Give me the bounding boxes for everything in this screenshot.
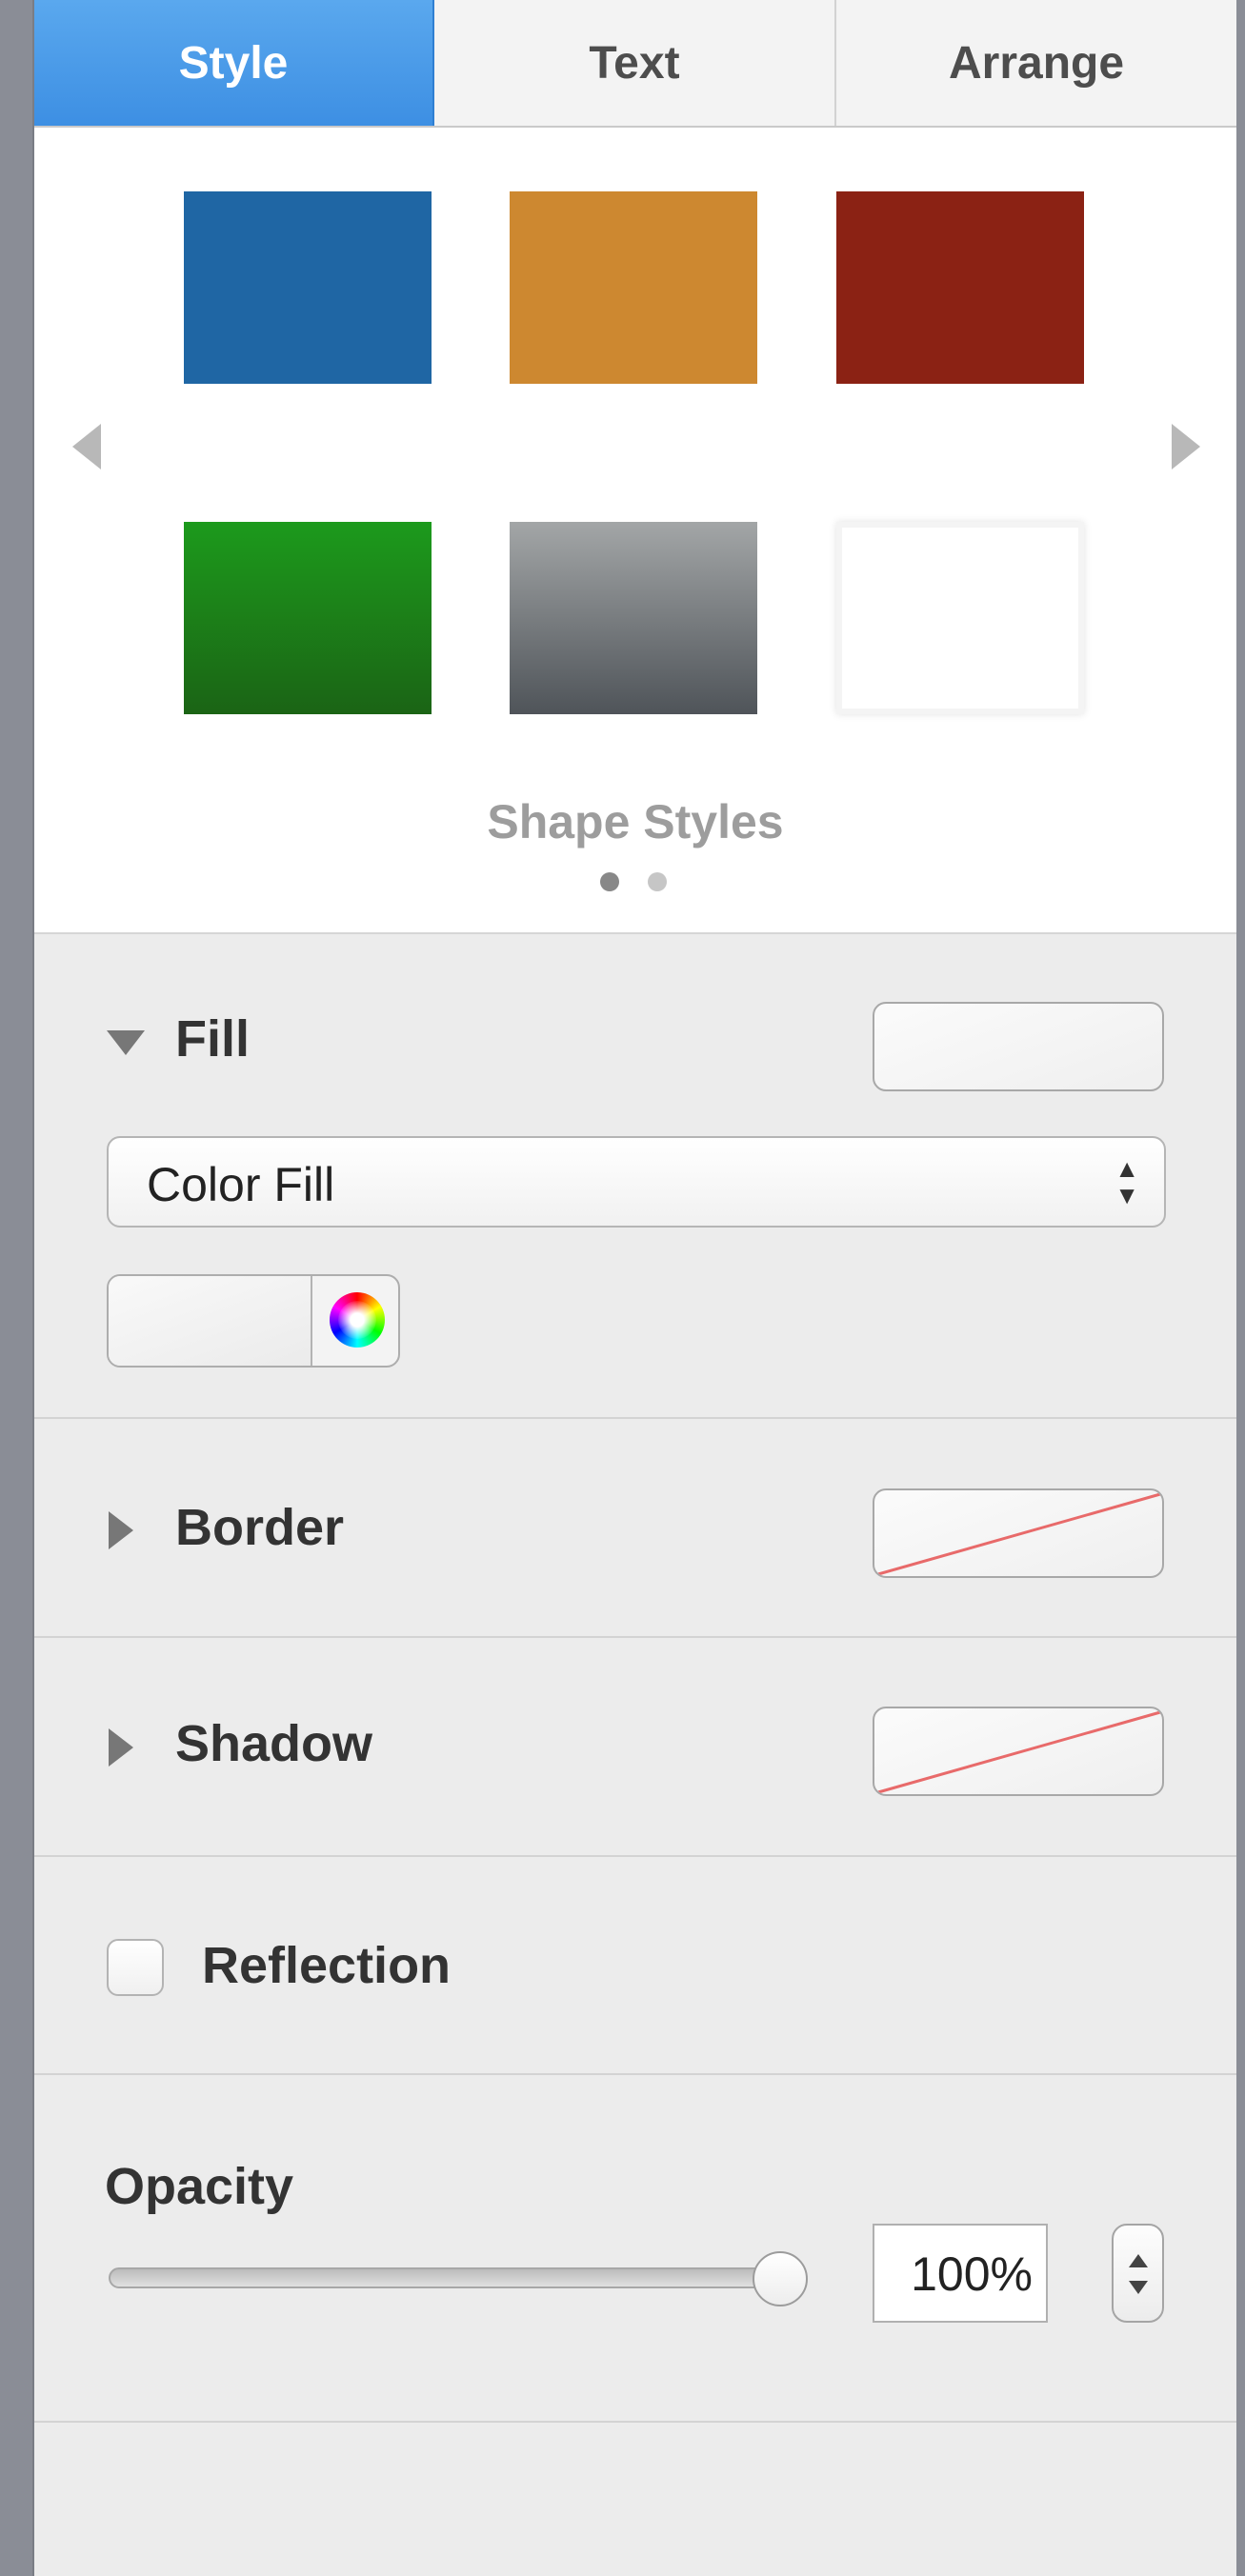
reflection-checkbox[interactable] bbox=[107, 1939, 164, 1996]
border-disclosure-triangle[interactable] bbox=[109, 1511, 133, 1549]
fill-disclosure-triangle[interactable] bbox=[107, 1030, 145, 1055]
shape-style-swatch-white[interactable] bbox=[836, 522, 1084, 714]
fill-color-swatch[interactable] bbox=[109, 1276, 311, 1366]
fill-title: Fill bbox=[175, 1010, 250, 1068]
opacity-value-field[interactable]: 100% bbox=[873, 2224, 1048, 2323]
section-divider bbox=[34, 2421, 1236, 2423]
section-divider bbox=[34, 1855, 1236, 1857]
tab-arrange[interactable]: Arrange bbox=[836, 0, 1236, 126]
shape-styles-caption: Shape Styles bbox=[487, 795, 784, 849]
shadow-disclosure-triangle[interactable] bbox=[109, 1728, 133, 1767]
shadow-style-well[interactable] bbox=[873, 1707, 1164, 1796]
format-inspector-panel: Style Text Arrange Shape Styles Fill Col… bbox=[34, 0, 1236, 2576]
page-indicator-dot[interactable] bbox=[648, 872, 667, 891]
border-title: Border bbox=[175, 1499, 345, 1556]
section-divider bbox=[34, 1636, 1236, 1638]
shape-style-swatch-gray[interactable] bbox=[510, 522, 757, 714]
color-wheel-icon[interactable] bbox=[330, 1292, 385, 1348]
tab-style[interactable]: Style bbox=[34, 0, 434, 126]
opacity-slider-knob[interactable] bbox=[753, 2251, 808, 2306]
fill-type-popup[interactable]: Color Fill ▲ ▼ bbox=[107, 1136, 1166, 1228]
fill-type-label: Color Fill bbox=[147, 1158, 335, 1211]
section-divider bbox=[34, 2073, 1236, 2075]
shape-style-swatch-red[interactable] bbox=[836, 191, 1084, 384]
fill-color-well[interactable] bbox=[873, 1002, 1164, 1091]
reflection-label: Reflection bbox=[202, 1937, 452, 1994]
tab-text[interactable]: Text bbox=[434, 0, 836, 126]
opacity-title: Opacity bbox=[105, 2158, 294, 2215]
chevron-left-icon[interactable] bbox=[72, 424, 101, 469]
shape-style-swatch-green[interactable] bbox=[184, 522, 432, 714]
chevron-right-icon[interactable] bbox=[1172, 424, 1200, 469]
opacity-slider-track[interactable] bbox=[109, 2267, 804, 2288]
page-indicator-dot-active[interactable] bbox=[600, 872, 619, 891]
inspector-tabs: Style Text Arrange bbox=[34, 0, 1236, 128]
section-divider bbox=[34, 1417, 1236, 1419]
popup-arrows-icon: ▲ ▼ bbox=[1114, 1154, 1139, 1209]
none-slash-icon bbox=[877, 1710, 1161, 1794]
shadow-title: Shadow bbox=[175, 1715, 373, 1772]
stepper-up-icon[interactable] bbox=[1129, 2254, 1148, 2267]
fill-color-picker[interactable] bbox=[107, 1274, 400, 1368]
window-edge-right bbox=[1236, 0, 1245, 2576]
shape-styles-gallery: Shape Styles bbox=[34, 128, 1236, 934]
border-style-well[interactable] bbox=[873, 1488, 1164, 1578]
color-well-divider bbox=[311, 1276, 312, 1366]
window-edge-left bbox=[0, 0, 34, 2576]
shape-style-swatch-blue[interactable] bbox=[184, 191, 432, 384]
shape-style-swatch-orange[interactable] bbox=[510, 191, 757, 384]
stepper-down-icon[interactable] bbox=[1129, 2281, 1148, 2294]
none-slash-icon bbox=[877, 1492, 1161, 1576]
opacity-stepper[interactable] bbox=[1112, 2224, 1164, 2323]
